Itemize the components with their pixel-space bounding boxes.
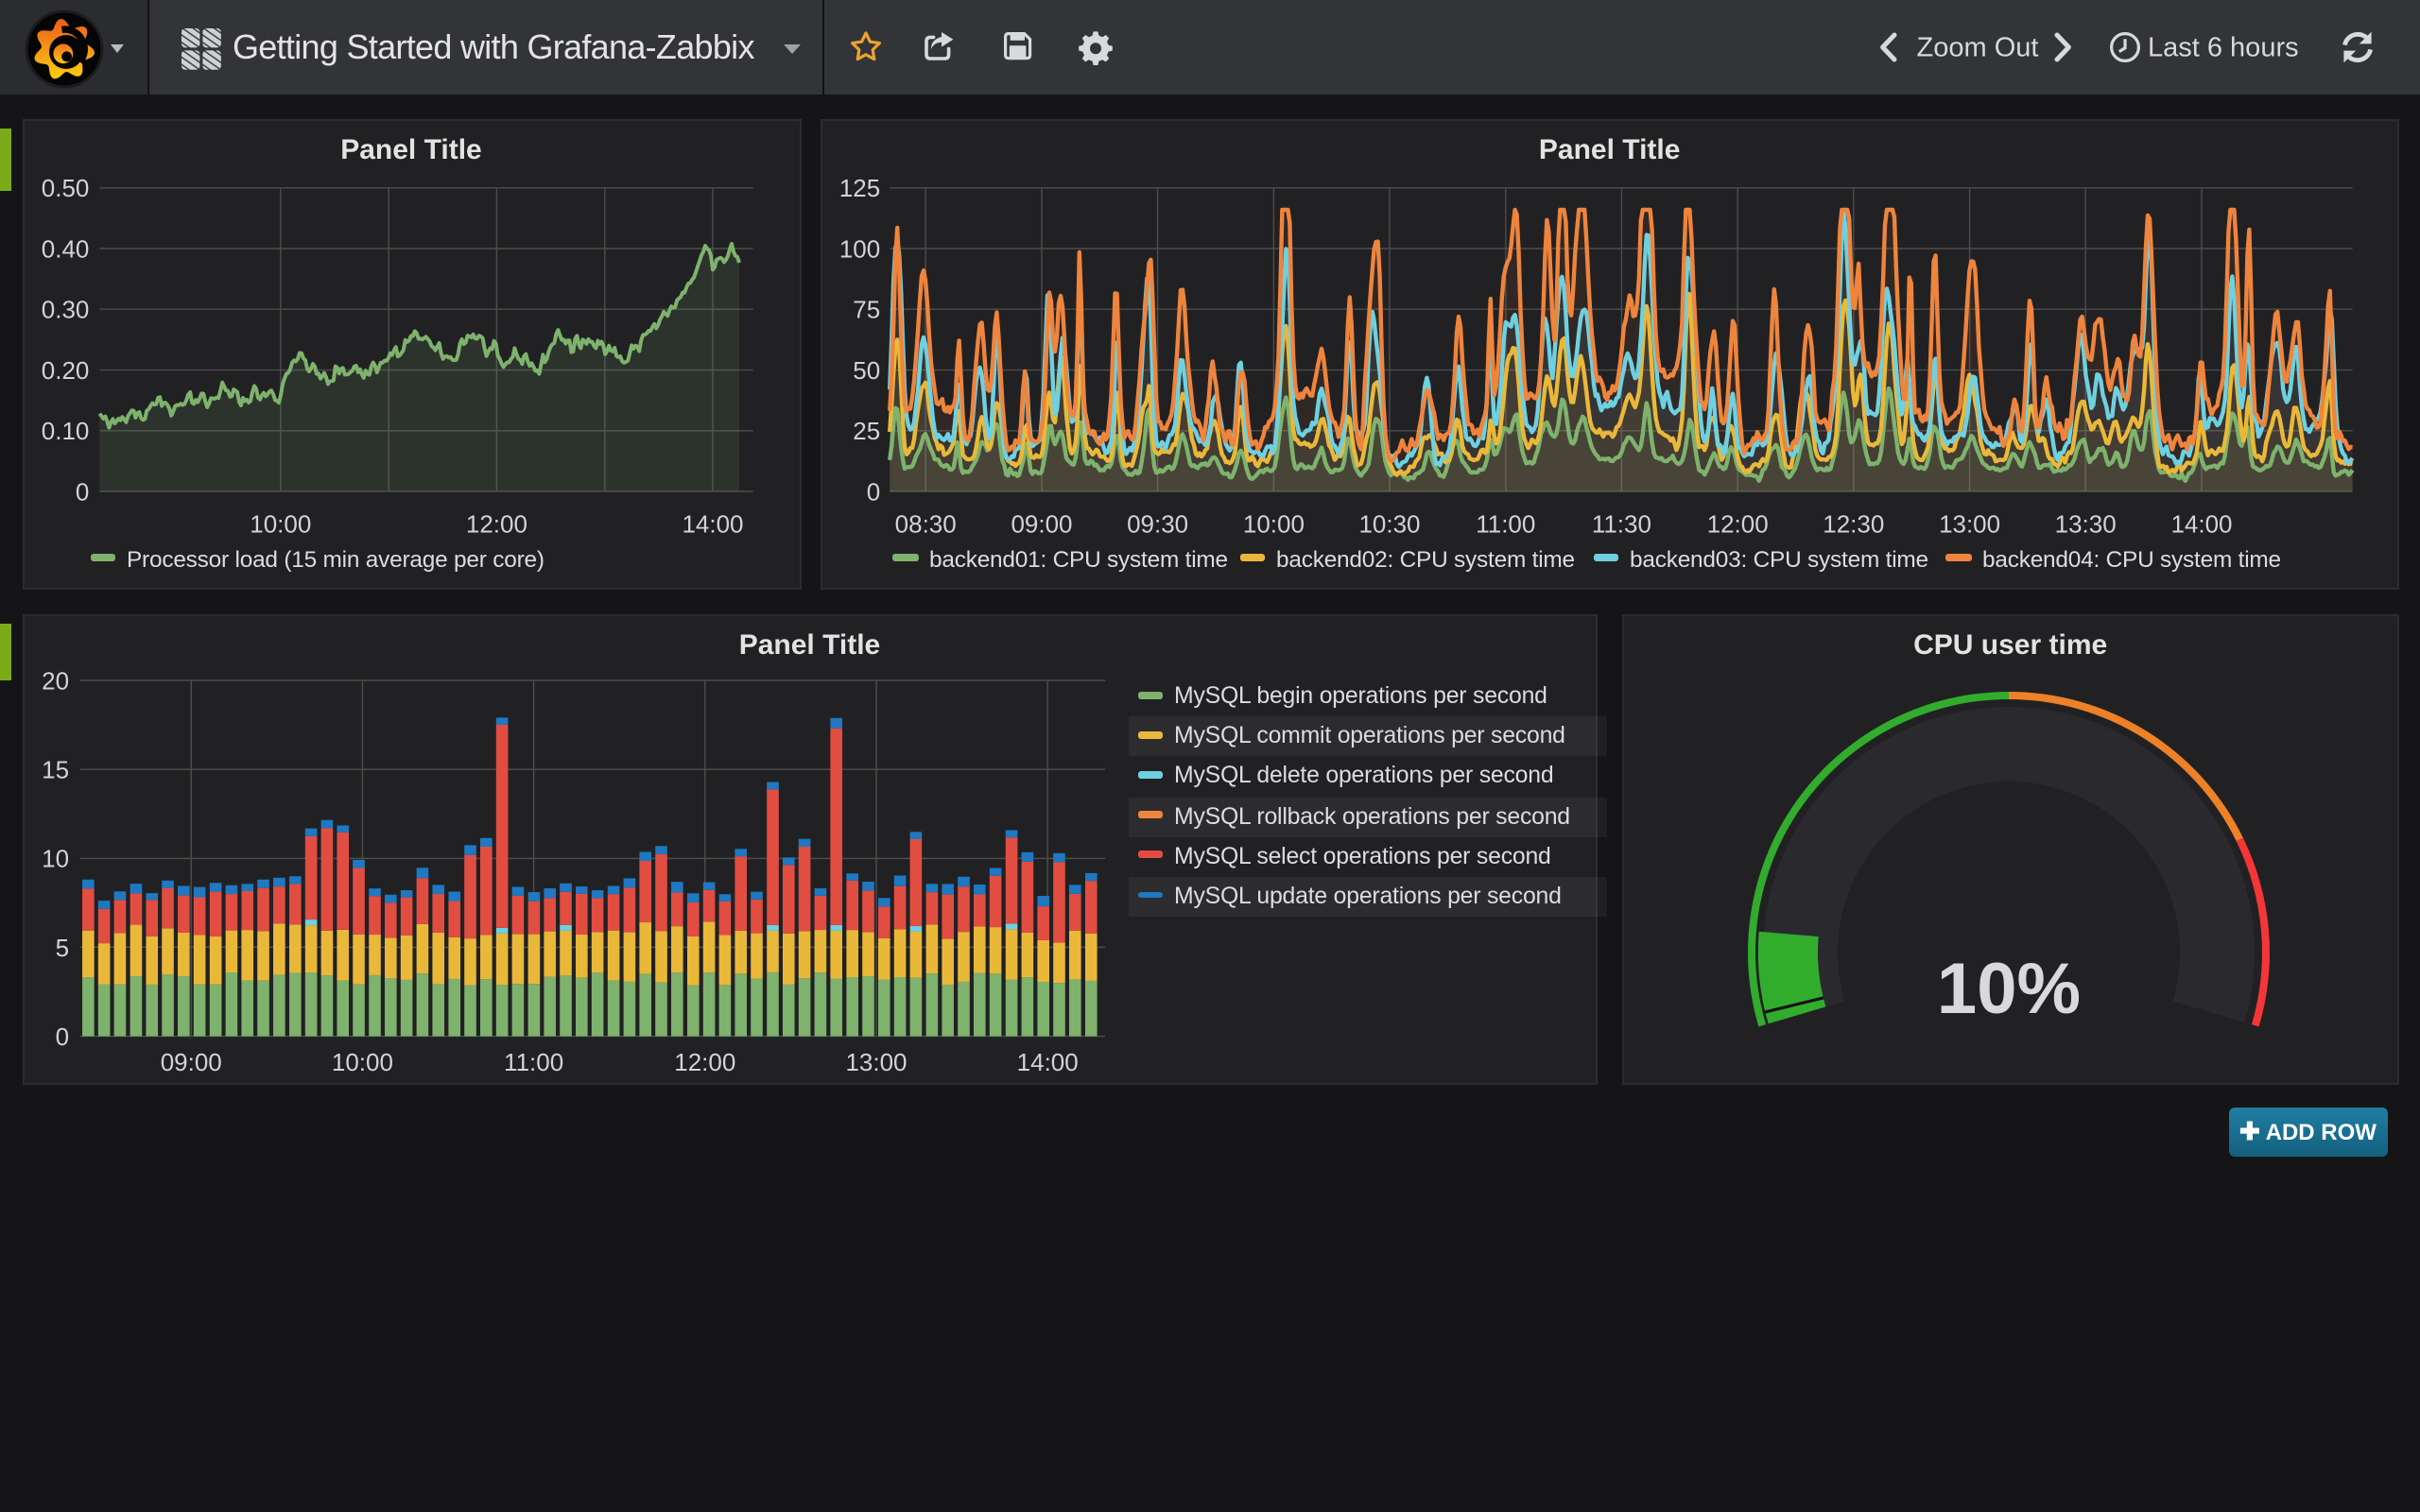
svg-text:09:00: 09:00	[160, 1048, 221, 1076]
svg-text:13:30: 13:30	[2055, 509, 2117, 538]
svg-text:0: 0	[55, 1022, 68, 1051]
svg-text:0.10: 0.10	[41, 417, 89, 445]
svg-text:13:00: 13:00	[844, 1048, 906, 1076]
svg-text:0.20: 0.20	[41, 356, 89, 385]
svg-text:11:30: 11:30	[1592, 509, 1651, 538]
svg-text:14:00: 14:00	[1016, 1048, 1078, 1076]
svg-text:10:30: 10:30	[1358, 509, 1420, 538]
svg-text:12:00: 12:00	[465, 509, 527, 538]
svg-text:10: 10	[41, 845, 68, 873]
svg-text:0: 0	[867, 477, 880, 506]
svg-text:75: 75	[853, 296, 880, 324]
svg-text:0.40: 0.40	[41, 234, 89, 263]
svg-text:Zoom Out: Zoom Out	[1917, 32, 2039, 62]
svg-text:10:00: 10:00	[1243, 509, 1305, 538]
svg-text:08:30: 08:30	[895, 509, 957, 538]
svg-text:0: 0	[75, 477, 88, 506]
svg-text:09:00: 09:00	[1011, 509, 1072, 538]
svg-text:10%: 10%	[1937, 949, 2081, 1029]
svg-text:12:00: 12:00	[673, 1048, 735, 1076]
svg-text:12:00: 12:00	[1707, 509, 1769, 538]
svg-text:0.30: 0.30	[41, 296, 89, 324]
svg-text:25: 25	[853, 417, 880, 445]
svg-text:20: 20	[41, 666, 68, 695]
svg-text:0.50: 0.50	[41, 174, 89, 202]
svg-text:5: 5	[55, 934, 68, 962]
svg-text:10:00: 10:00	[249, 509, 310, 538]
svg-text:12:30: 12:30	[1823, 509, 1884, 538]
svg-text:11:00: 11:00	[1476, 509, 1535, 538]
svg-text:11:00: 11:00	[503, 1048, 562, 1076]
svg-text:15: 15	[41, 756, 68, 784]
svg-text:14:00: 14:00	[2170, 509, 2232, 538]
svg-text:100: 100	[839, 234, 880, 263]
svg-text:10:00: 10:00	[331, 1048, 392, 1076]
svg-text:13:00: 13:00	[1939, 509, 2000, 538]
svg-text:Last 6 hours: Last 6 hours	[2148, 32, 2299, 62]
svg-text:14:00: 14:00	[681, 509, 742, 538]
svg-text:50: 50	[853, 356, 880, 385]
svg-text:09:30: 09:30	[1127, 509, 1188, 538]
svg-text:125: 125	[839, 174, 880, 202]
